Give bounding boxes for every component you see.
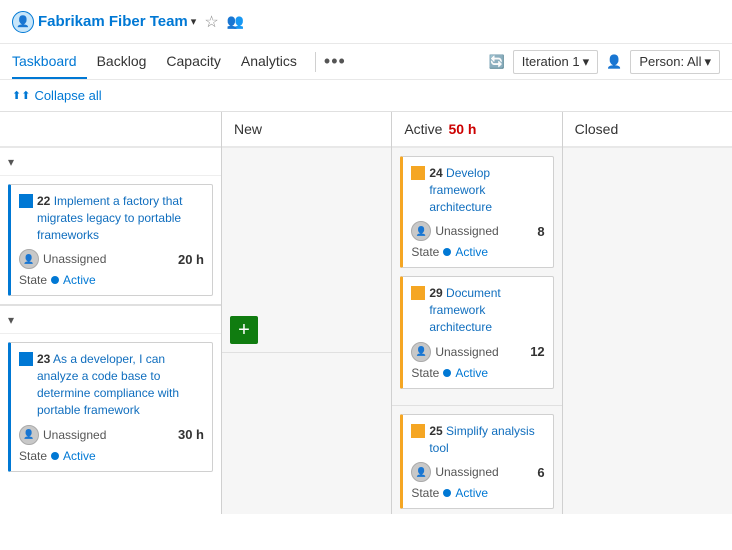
row2-active-section: 25 Simplify analysis tool 👤 Unassigned 6… <box>392 406 561 514</box>
dot-29 <box>443 369 451 377</box>
person-chevron-icon: ▾ <box>704 54 711 70</box>
avatar2: 👤 <box>19 425 39 445</box>
card-29-hours: 12 <box>530 344 544 359</box>
iteration-chevron-icon: ▾ <box>583 54 590 70</box>
col-closed: Closed <box>563 112 732 514</box>
col-new-body: + <box>222 148 391 514</box>
story-card-footer: 👤 Unassigned 20 h <box>19 249 204 269</box>
toolbar: ⬆⬆ Collapse all <box>0 80 732 112</box>
team-icon: 👤 <box>12 11 34 33</box>
row2-toggle[interactable]: ▾ <box>0 306 221 334</box>
card-24: 24 Develop framework architecture 👤 Unas… <box>400 156 553 268</box>
story-state: State Active <box>19 273 204 287</box>
person-filter-icon: 👤 <box>606 54 622 70</box>
state-dot <box>51 276 59 284</box>
card-29-title[interactable]: 29 Document framework architecture <box>411 285 544 335</box>
row2-group: ▾ 23 As a developer, I can analyze a cod… <box>0 304 221 471</box>
col-closed-body <box>563 148 732 514</box>
col-active-body: 24 Develop framework architecture 👤 Unas… <box>392 148 561 514</box>
iteration-button[interactable]: Iteration 1 ▾ <box>513 50 598 74</box>
row1-active-section: 24 Develop framework architecture 👤 Unas… <box>392 148 561 406</box>
dot-24 <box>443 248 451 256</box>
story2-card-title[interactable]: 23 As a developer, I can analyze a code … <box>19 351 204 418</box>
star-icon[interactable]: ☆ <box>204 12 218 32</box>
story2-state: State Active <box>19 449 204 463</box>
active-hours: 50 h <box>448 121 476 137</box>
card-24-hours: 8 <box>537 224 544 239</box>
story2-card-user: 👤 Unassigned <box>19 425 106 445</box>
story2-hours: 30 h <box>178 427 204 442</box>
task-icon-25 <box>411 424 425 438</box>
story-hours: 20 h <box>178 252 204 267</box>
chevron-down-icon[interactable]: ▾ <box>191 15 197 28</box>
card-25-hours: 6 <box>537 465 544 480</box>
story-col-header <box>0 112 221 148</box>
state-dot2 <box>51 452 59 460</box>
card-29: 29 Document framework architecture 👤 Una… <box>400 276 553 388</box>
row1-new-section: + <box>222 148 391 353</box>
iteration-label: Iteration 1 <box>522 54 580 69</box>
avatar-24: 👤 <box>411 221 431 241</box>
state-value: Active <box>63 273 96 287</box>
story-type-icon <box>19 194 33 208</box>
add-card-button[interactable]: + <box>230 316 258 344</box>
collapse-icon: ⬆⬆ <box>12 89 30 102</box>
add-person-icon[interactable]: 👥 <box>227 13 244 30</box>
dot-25 <box>443 489 451 497</box>
nav-more-icon[interactable]: ••• <box>324 51 346 72</box>
row2-toggle-icon: ▾ <box>8 313 14 327</box>
row2-story-card: 23 As a developer, I can analyze a code … <box>8 342 213 471</box>
nav-tabs: Taskboard Backlog Capacity Analytics •••… <box>0 44 732 80</box>
avatar: 👤 <box>19 249 39 269</box>
nav-right: 🔄 Iteration 1 ▾ 👤 Person: All ▾ <box>489 50 720 74</box>
tab-taskboard[interactable]: Taskboard <box>12 45 87 79</box>
collapse-all-button[interactable]: ⬆⬆ Collapse all <box>12 88 102 103</box>
story-card-user: 👤 Unassigned <box>19 249 106 269</box>
person-label: Person: All <box>639 54 701 69</box>
card-25: 25 Simplify analysis tool 👤 Unassigned 6… <box>400 414 553 510</box>
team-name[interactable]: Fabrikam Fiber Team <box>38 13 188 30</box>
task-icon-29 <box>411 286 425 300</box>
col-new: New + <box>222 112 392 514</box>
row1-story-card: 22 Implement a factory that migrates leg… <box>8 184 213 296</box>
tab-analytics[interactable]: Analytics <box>231 45 307 79</box>
row1-toggle[interactable]: ▾ <box>0 148 221 176</box>
iteration-icon: 🔄 <box>489 54 505 70</box>
avatar-29: 👤 <box>411 342 431 362</box>
nav-divider <box>315 52 316 72</box>
card-24-title[interactable]: 24 Develop framework architecture <box>411 165 544 215</box>
col-closed-header: Closed <box>563 112 732 148</box>
board-main: New + Active 50 h <box>222 112 732 514</box>
avatar-25: 👤 <box>411 462 431 482</box>
story2-type-icon <box>19 352 33 366</box>
col-active: Active 50 h 24 Develop framework archite… <box>392 112 562 514</box>
task-icon-24 <box>411 166 425 180</box>
row1-group: ▾ 22 Implement a factory that migrates l… <box>0 148 221 296</box>
state-label-text: State <box>19 273 47 287</box>
person-filter-button[interactable]: Person: All ▾ <box>630 50 720 74</box>
tab-backlog[interactable]: Backlog <box>87 45 157 79</box>
board: ▾ 22 Implement a factory that migrates l… <box>0 112 732 514</box>
col-new-header: New <box>222 112 391 148</box>
col-active-header: Active 50 h <box>392 112 561 148</box>
top-bar: 👤 Fabrikam Fiber Team ▾ ☆ 👥 <box>0 0 732 44</box>
tab-capacity[interactable]: Capacity <box>156 45 230 79</box>
row2-new-section <box>222 353 391 514</box>
story-column: ▾ 22 Implement a factory that migrates l… <box>0 112 222 514</box>
card-25-title[interactable]: 25 Simplify analysis tool <box>411 423 544 457</box>
story-card-title[interactable]: 22 Implement a factory that migrates leg… <box>19 193 204 243</box>
story2-card-footer: 👤 Unassigned 30 h <box>19 425 204 445</box>
row1-toggle-icon: ▾ <box>8 155 14 169</box>
